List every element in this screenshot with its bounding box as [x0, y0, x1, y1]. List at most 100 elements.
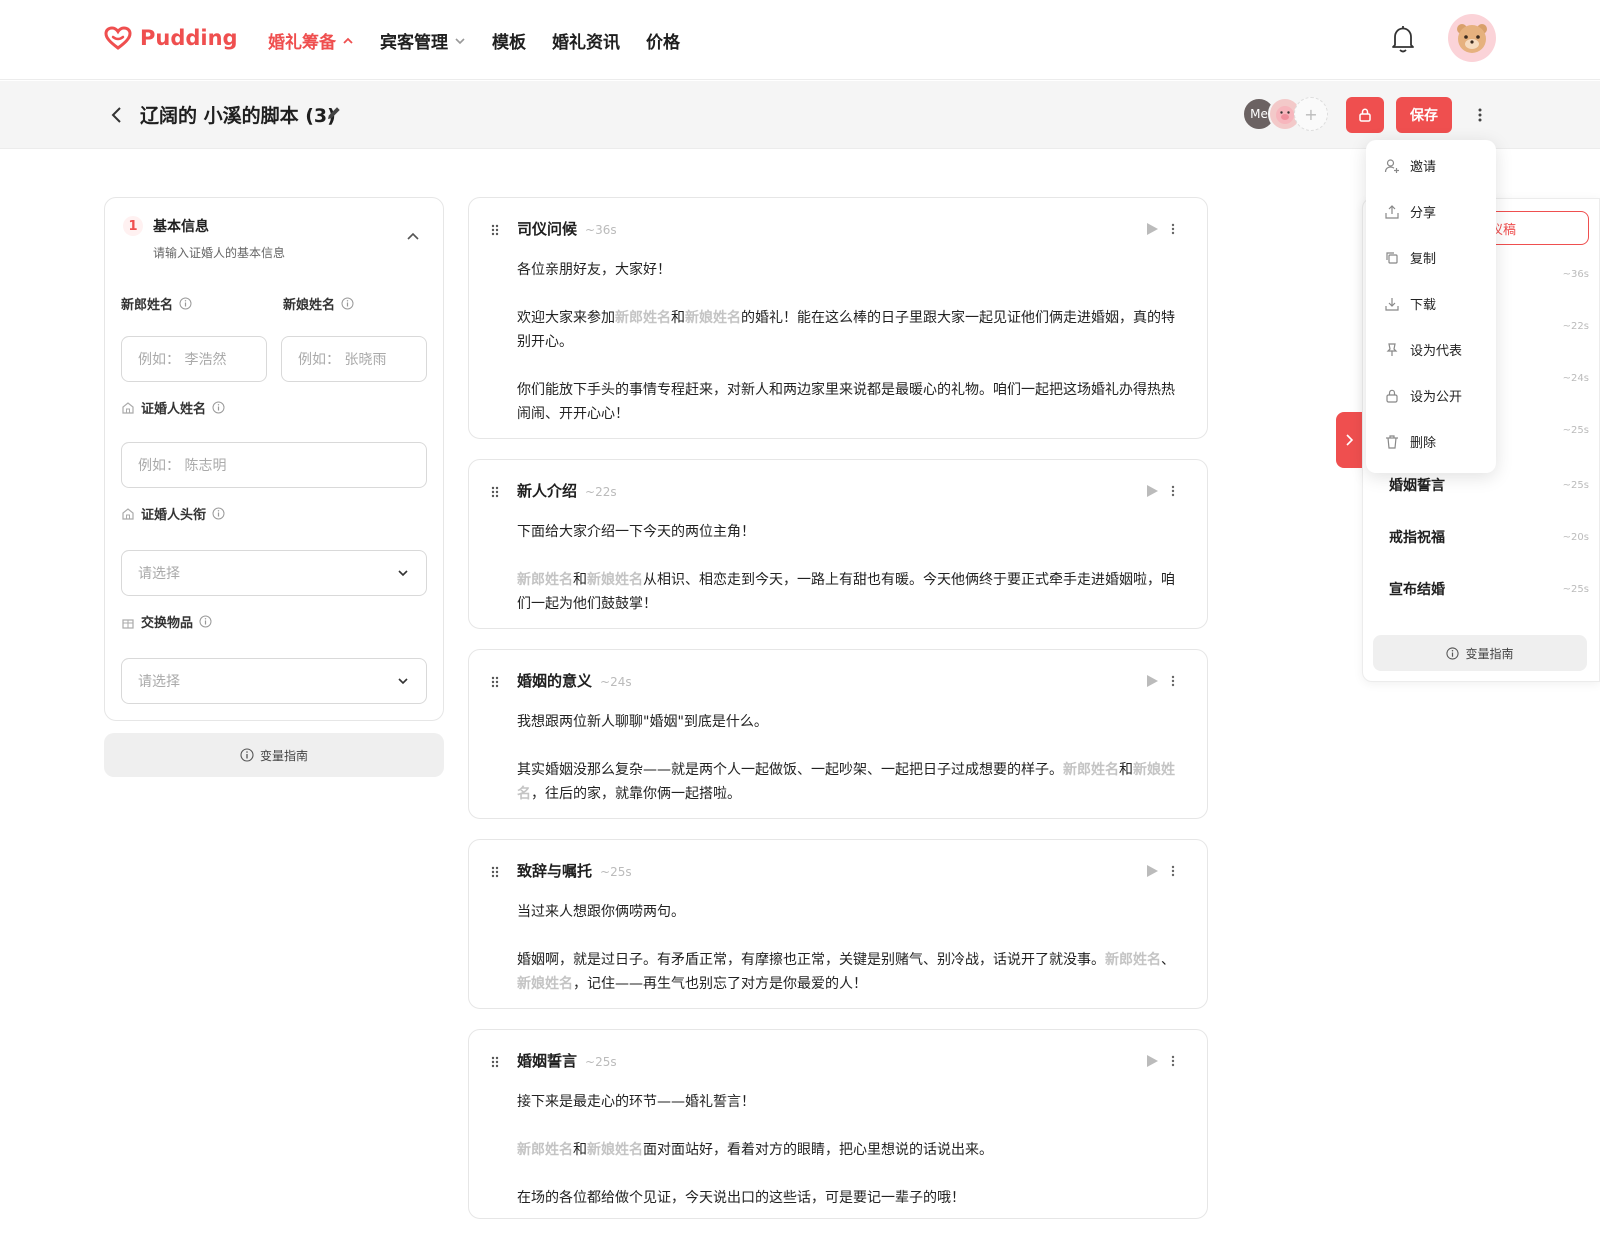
nav-item-templates[interactable]: 模板	[492, 28, 526, 53]
outline-duration: ~24s	[1562, 373, 1589, 384]
info-icon[interactable]	[212, 401, 225, 414]
variable-guide-button[interactable]: 变量指南	[104, 733, 444, 777]
card-body[interactable]: 各位亲朋好友，大家好！ 欢迎大家来参加新郎姓名和新娘姓名的婚礼！能在这么棒的日子…	[517, 258, 1187, 450]
lock-icon	[1386, 389, 1398, 403]
drag-handle-icon[interactable]	[491, 866, 499, 878]
card-title-text: 司仪问候	[517, 220, 578, 238]
chevron-up-icon	[343, 37, 353, 44]
card-body[interactable]: 当过来人想跟你俩唠两句。 婚姻啊，就是过日子。有矛盾正常，有摩擦也正常，关键是别…	[517, 900, 1187, 1020]
pencil-icon[interactable]	[326, 105, 342, 121]
vertical-dots-icon	[1478, 108, 1482, 122]
outline-item[interactable]: 戒指祝福 ~20s	[1389, 527, 1589, 547]
chevron-right-icon	[1346, 434, 1354, 446]
bride-name-input[interactable]: 例如： 张晓雨	[281, 336, 427, 382]
groom-var: 新郎姓名	[517, 1142, 573, 1158]
vertical-dots-icon[interactable]	[1171, 1054, 1175, 1068]
paragraph: 我想跟两位新人聊聊"婚姻"到底是什么。	[517, 714, 768, 730]
duration: ~25s	[600, 865, 632, 879]
outline-duration: ~20s	[1562, 531, 1589, 543]
duration: ~36s	[585, 223, 617, 237]
info-icon[interactable]	[179, 297, 192, 310]
more-options-button[interactable]	[1468, 101, 1492, 129]
guide-label: 变量指南	[259, 748, 308, 763]
outline-item[interactable]: 宣布结婚 ~25s	[1389, 579, 1589, 599]
menu-item-invite[interactable]: 邀请	[1384, 156, 1436, 175]
menu-item-pin[interactable]: 设为代表	[1384, 340, 1462, 359]
play-icon[interactable]	[1145, 222, 1159, 236]
play-icon[interactable]	[1145, 674, 1159, 688]
nav-item-guests[interactable]: 宾客管理	[380, 28, 466, 53]
menu-label: 分享	[1410, 206, 1437, 221]
info-icon[interactable]	[199, 615, 212, 628]
text: 和	[671, 310, 685, 326]
lock-icon	[1359, 108, 1371, 122]
paragraph: 新郎姓名和新娘姓名面对面站好，看着对方的眼睛，把心里想说的话说出来。	[517, 1138, 1187, 1162]
save-button[interactable]: 保存	[1396, 97, 1452, 133]
add-collaborator-button[interactable]: +	[1294, 97, 1328, 131]
info-icon[interactable]	[212, 507, 225, 520]
card-title: 婚姻誓言 ~25s	[517, 1050, 617, 1071]
bell-icon[interactable]	[1390, 24, 1416, 54]
groom-var: 新郎姓名	[615, 310, 671, 326]
info-icon[interactable]	[341, 297, 354, 310]
vertical-dots-icon[interactable]	[1171, 864, 1175, 878]
play-icon[interactable]	[1145, 484, 1159, 498]
officiant-title-select[interactable]: 请选择	[121, 550, 427, 596]
drag-handle-icon[interactable]	[491, 224, 499, 236]
vertical-dots-icon[interactable]	[1171, 484, 1175, 498]
drag-handle-icon[interactable]	[491, 486, 499, 498]
document-title: 辽阔的 小溪的脚本 (3)	[140, 105, 336, 127]
card-body[interactable]: 下面给大家介绍一下今天的两位主角！ 新郎姓名和新娘姓名从相识、相恋走到今天，一路…	[517, 520, 1187, 640]
text: 其实婚姻没那么复杂——就是两个人一起做饭、一起吵架、一起把日子过成想要的样子。	[517, 762, 1063, 778]
label-text: 新娘姓名	[283, 298, 336, 313]
chevron-down-icon	[455, 37, 465, 44]
paragraph: 在场的各位都给做个见证，今天说出口的这些话，可是要记一辈子的哦！	[517, 1190, 965, 1206]
bride-var: 新娘姓名	[587, 572, 643, 588]
info-icon	[240, 748, 254, 762]
card-title: 司仪问候 ~36s	[517, 218, 617, 239]
outline-duration: ~25s	[1562, 425, 1589, 436]
groom-name-input[interactable]: 例如： 李浩然	[121, 336, 267, 382]
pin-icon	[1386, 342, 1398, 356]
nav-label: 宾客管理	[380, 33, 448, 53]
exchange-items-select[interactable]: 请选择	[121, 658, 427, 704]
user-avatar[interactable]	[1448, 14, 1496, 62]
text: 和	[1119, 762, 1133, 778]
bear-avatar-icon	[1457, 24, 1487, 53]
vertical-dots-icon[interactable]	[1171, 674, 1175, 688]
drag-handle-icon[interactable]	[491, 1056, 499, 1068]
menu-item-copy[interactable]: 复制	[1384, 248, 1436, 267]
step-number: 1	[123, 216, 143, 236]
outline-toggle-tab[interactable]	[1336, 412, 1362, 468]
drag-handle-icon[interactable]	[491, 676, 499, 688]
label-text: 新郎姓名	[121, 298, 174, 313]
vertical-dots-icon[interactable]	[1171, 222, 1175, 236]
outline-item[interactable]: 婚姻誓言 ~25s	[1389, 475, 1589, 495]
chevron-up-icon[interactable]	[405, 228, 421, 244]
guide-label: 变量指南	[1465, 646, 1514, 661]
groom-var: 新郎姓名	[1105, 952, 1161, 968]
paragraph: 婚姻啊，就是过日子。有矛盾正常，有摩擦也正常，关键是别赌气、别冷战，话说开了就没…	[517, 948, 1187, 996]
menu-item-make-public[interactable]: 设为公开	[1384, 386, 1462, 405]
menu-label: 邀请	[1410, 160, 1437, 175]
pudding-logo[interactable]: Pudding	[104, 26, 238, 50]
duration: ~22s	[585, 485, 617, 499]
brand-name: Pudding	[140, 26, 238, 50]
card-body[interactable]: 接下来是最走心的环节——婚礼誓言！ 新郎姓名和新娘姓名面对面站好，看着对方的眼睛…	[517, 1090, 1187, 1234]
menu-item-share[interactable]: 分享	[1384, 202, 1436, 221]
section-subtitle: 请输入证婚人的基本信息	[153, 246, 286, 260]
text: ，往后的家，就靠你俩一起搭啦。	[531, 786, 741, 802]
card-body[interactable]: 我想跟两位新人聊聊"婚姻"到底是什么。 其实婚姻没那么复杂——就是两个人一起做饭…	[517, 710, 1187, 830]
nav-item-wedding-prep[interactable]: 婚礼筹备	[268, 28, 354, 53]
play-icon[interactable]	[1145, 864, 1159, 878]
play-icon[interactable]	[1145, 1054, 1159, 1068]
nav-item-news[interactable]: 婚礼资讯	[552, 28, 620, 53]
nav-item-pricing[interactable]: 价格	[646, 28, 680, 53]
variable-guide-button[interactable]: 变量指南	[1373, 635, 1587, 671]
groom-var: 新郎姓名	[517, 572, 573, 588]
menu-item-delete[interactable]: 删除	[1384, 432, 1436, 451]
back-arrow-icon[interactable]	[108, 103, 126, 127]
menu-item-download[interactable]: 下载	[1384, 294, 1436, 313]
lock-button[interactable]	[1346, 97, 1384, 133]
officiant-name-input[interactable]: 例如： 陈志明	[121, 442, 427, 488]
